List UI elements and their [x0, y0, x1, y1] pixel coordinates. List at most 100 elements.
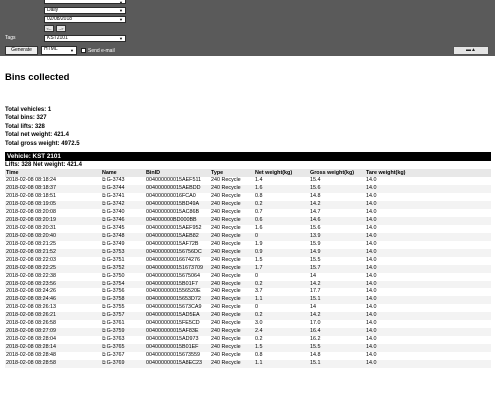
type-cell: 240 Recycle: [210, 360, 254, 369]
table-row: 2018-02-08 08:26:13 ⧉G-3755 00400000001567…: [5, 304, 491, 312]
type-cell: 240 Recycle: [211, 177, 241, 184]
format-select[interactable]: HTML ▼: [41, 46, 77, 55]
type-cell: 240 Recycle: [211, 240, 241, 247]
bin-name-text: G-3758: [106, 296, 125, 303]
prev-date-button[interactable]: <--: [44, 25, 54, 32]
bin-link-icon[interactable]: ⧉: [102, 273, 106, 279]
column-header-name: Name: [101, 168, 145, 178]
net-weight-cell: 2.4: [254, 328, 309, 337]
time-cell: 2018-02-08 08:26:21: [5, 312, 101, 321]
next-date-button[interactable]: -->: [56, 25, 66, 32]
column-header-binid: BinID: [145, 168, 210, 178]
gross-weight-cell: 13.9: [309, 232, 365, 241]
bin-link-icon[interactable]: ⧉: [102, 296, 106, 302]
bin-name-text: G-3752: [106, 264, 125, 271]
bin-link-icon[interactable]: ⧉: [102, 336, 106, 342]
tags-label: Tags: [5, 35, 16, 41]
table-row: 2018-02-08 08:22:03 ⧉G-3751 00400000001667…: [5, 257, 491, 265]
interval-value: Daily: [47, 7, 59, 13]
bin-name-text: G-3769: [106, 360, 125, 367]
net-weight-cell: 0: [255, 272, 258, 279]
bin-link-icon[interactable]: ⧉: [102, 177, 106, 183]
send-email-checkbox[interactable]: [81, 48, 86, 53]
summary-total-vehicles: Total vehicles: 1: [5, 107, 52, 113]
type-cell: 240 Recycle: [211, 304, 241, 311]
gross-weight-cell: 14.6: [309, 216, 365, 225]
bin-link-icon[interactable]: ⧉: [102, 352, 106, 358]
date-select[interactable]: 02/08/2018 ▼: [44, 16, 126, 23]
tare-weight-cell: 14.0: [365, 296, 491, 305]
gross-weight-cell: 15.6: [310, 224, 321, 231]
bin-link-icon[interactable]: ⧉: [102, 185, 106, 191]
top-select[interactable]: ▼: [44, 0, 126, 4]
gross-weight-cell: 14.2: [309, 201, 365, 209]
bin-link-icon[interactable]: ⧉: [102, 225, 106, 231]
net-weight-cell: 1.5: [255, 256, 263, 263]
generate-button[interactable]: Generate: [5, 46, 38, 55]
bin-link-icon[interactable]: ⧉: [102, 281, 106, 287]
bin-name-text: G-3767: [106, 352, 125, 359]
binid-cell: 004000000016FCA0: [146, 193, 196, 200]
type-cell: 240 Recycle: [210, 264, 254, 273]
name-cell: ⧉G-3745: [101, 225, 145, 233]
bin-link-icon[interactable]: ⧉: [102, 320, 106, 326]
gross-weight-cell: 17.7: [310, 288, 321, 295]
summary-total-bins: Total bins: 327: [5, 115, 47, 122]
tags-select[interactable]: KST2101 ▼: [44, 35, 126, 42]
bin-link-icon[interactable]: ⧉: [102, 312, 106, 318]
tare-weight-cell: 14.0: [366, 208, 377, 215]
bin-link-icon[interactable]: ⧉: [102, 288, 106, 294]
name-cell: ⧉G-3741: [101, 193, 145, 201]
table-row: 2018-02-08 08:22:38 ⧉G-3750 00400000001567…: [5, 273, 491, 281]
bin-name-text: G-3757: [106, 312, 125, 319]
bin-link-icon[interactable]: ⧉: [102, 249, 106, 255]
bin-link-icon[interactable]: ⧉: [102, 360, 106, 366]
gross-weight-cell: 17.0: [310, 320, 321, 327]
name-cell: ⧉G-3752: [101, 264, 145, 273]
vehicle-heading: Vehicle: KST 2101: [5, 151, 491, 161]
bin-name-text: G-3741: [106, 193, 125, 200]
bin-link-icon[interactable]: ⧉: [102, 217, 106, 223]
bin-link-icon[interactable]: ⧉: [102, 328, 106, 334]
report-content: Bins collected Total vehicles: 1 Total b…: [5, 72, 491, 369]
name-cell: ⧉G-3744: [101, 185, 145, 194]
tare-weight-cell: 14.0: [366, 304, 377, 311]
bin-link-icon[interactable]: ⧉: [102, 209, 106, 215]
gross-weight-cell: 16.4: [309, 328, 365, 337]
bin-link-icon[interactable]: ⧉: [102, 265, 106, 271]
gross-weight-cell: 15.1: [309, 360, 365, 369]
tare-weight-cell: 14.0: [366, 240, 377, 247]
type-cell: 240 Recycle: [210, 201, 254, 209]
name-cell: ⧉G-3761: [101, 320, 145, 328]
name-cell: ⧉G-3754: [101, 280, 145, 289]
net-weight-cell: 1.6: [254, 185, 309, 194]
binid-cell: 004000000015AEF952: [146, 224, 202, 231]
name-cell: ⧉G-3758: [101, 296, 145, 305]
type-cell: 240 Recycle: [211, 208, 241, 215]
interval-select[interactable]: Daily ▼: [44, 7, 126, 14]
net-weight-cell: 1.1: [254, 360, 309, 369]
bin-name-text: G-3750: [106, 272, 125, 279]
bin-link-icon[interactable]: ⧉: [102, 201, 106, 207]
table-body: 2018-02-08 08:18:24 ⧉G-3743 004000000015AE…: [5, 177, 491, 369]
bin-link-icon[interactable]: ⧉: [102, 233, 106, 239]
type-cell: 240 Recycle: [211, 193, 241, 200]
type-cell: 240 Recycle: [210, 185, 254, 194]
bin-link-icon[interactable]: ⧉: [102, 193, 106, 199]
time-cell: 2018-02-08 08:23:56: [5, 280, 101, 289]
tare-weight-cell: 14.0: [366, 336, 377, 343]
type-cell: 240 Recycle: [211, 224, 241, 231]
gross-weight-cell: 15.7: [309, 264, 365, 273]
bin-name-text: G-3753: [106, 248, 125, 255]
name-cell: ⧉G-3748: [101, 232, 145, 241]
binid-cell: 0040000000156756DC: [145, 248, 210, 257]
table-row: 2018-02-08 08:26:58 ⧉G-3761 004000000015FE…: [5, 320, 491, 328]
name-cell: ⧉G-3742: [101, 201, 145, 209]
bin-link-icon[interactable]: ⧉: [102, 257, 106, 263]
bin-link-icon[interactable]: ⧉: [102, 304, 106, 310]
export-button[interactable]: ▬▲: [453, 46, 489, 55]
bin-name-text: G-3751: [106, 256, 125, 263]
bin-link-icon[interactable]: ⧉: [102, 344, 106, 350]
table-row: 2018-02-08 08:19:05 ⧉G-3742 004000000015BD…: [5, 201, 491, 209]
bin-link-icon[interactable]: ⧉: [102, 241, 106, 247]
